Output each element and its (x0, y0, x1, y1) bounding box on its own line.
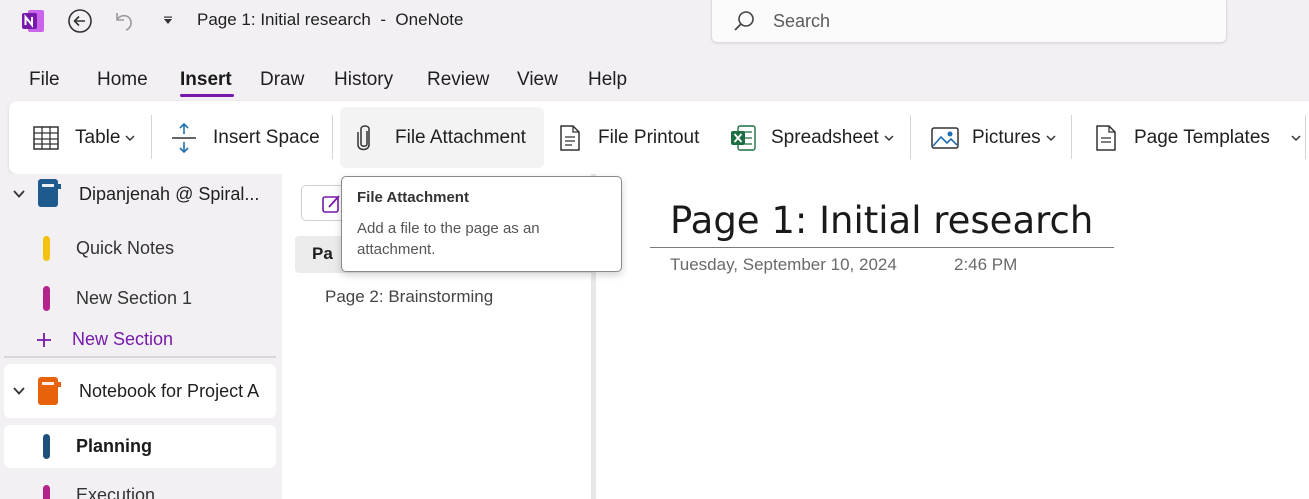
title-underline (650, 247, 1114, 248)
section-item-planning[interactable]: Planning (4, 425, 276, 468)
new-section-button[interactable]: New Section (0, 320, 282, 360)
onenote-logo-icon (22, 10, 44, 32)
insert-space-label: Insert Space (213, 126, 320, 148)
menu-file[interactable]: File (29, 69, 60, 91)
picture-icon (931, 126, 959, 149)
file-printout-icon (560, 124, 580, 151)
section-item-new-section-1[interactable]: New Section 1 (0, 278, 282, 318)
file-printout-button[interactable]: File Printout (558, 107, 699, 168)
page-title[interactable]: Page 1: Initial research (670, 199, 1093, 242)
chevron-down-icon (884, 134, 894, 141)
file-attachment-tooltip: File Attachment Add a file to the page a… (341, 176, 622, 272)
search-box[interactable]: Search (711, 0, 1227, 43)
notebook-name: Notebook for Project A (79, 381, 260, 401)
section-item-execution[interactable]: Execution (0, 480, 282, 499)
section-color-tab (43, 434, 50, 459)
page-item-selected-label: Pa (312, 244, 333, 263)
file-attachment-button[interactable]: File Attachment (340, 107, 544, 168)
chevron-down-icon (125, 134, 135, 141)
quick-access-dropdown[interactable] (154, 7, 182, 35)
active-tab-indicator (180, 94, 234, 97)
page-canvas[interactable]: Page 1: Initial research Tuesday, Septem… (596, 174, 1309, 499)
ribbon-divider (151, 115, 152, 159)
tooltip-title: File Attachment (357, 189, 469, 206)
ribbon-divider (1305, 115, 1306, 159)
table-icon (33, 125, 59, 150)
excel-icon (731, 124, 756, 151)
menu-help[interactable]: Help (588, 69, 627, 91)
notebook-item-1[interactable]: Dipanjenah @ Spiral... (0, 174, 282, 214)
undo-icon (116, 13, 132, 31)
spreadsheet-label: Spreadsheet (771, 126, 879, 148)
page-item-brainstorming[interactable]: Page 2: Brainstorming (325, 287, 493, 307)
back-button[interactable] (66, 7, 94, 35)
section-label: New Section 1 (76, 288, 193, 308)
title-bar: Page 1: Initial research - OneNote Searc… (0, 0, 1309, 58)
back-arrow-icon (68, 9, 92, 33)
section-item-quick-notes[interactable]: Quick Notes (0, 228, 282, 268)
ribbon-divider (1071, 115, 1072, 159)
pictures-button[interactable]: Pictures (930, 107, 1057, 168)
pictures-label: Pictures (972, 126, 1041, 148)
tooltip-description: Add a file to the page as an attachment. (357, 220, 540, 258)
new-section-label: New Section (72, 329, 174, 349)
page-templates-button[interactable]: Page Templates (1094, 107, 1302, 168)
insert-space-icon (172, 122, 196, 153)
insert-space-button[interactable]: Insert Space (169, 107, 320, 168)
page-date: Tuesday, September 10, 2024 (670, 255, 897, 274)
section-label: Planning (76, 436, 152, 456)
table-label: Table (75, 126, 121, 148)
ribbon-divider (910, 115, 911, 159)
caret-down-icon (164, 16, 172, 24)
add-page-icon (322, 195, 340, 213)
page-time: 2:46 PM (954, 255, 1018, 274)
menu-draw[interactable]: Draw (260, 69, 304, 91)
ribbon-divider (332, 115, 333, 159)
notebook-icon (38, 377, 61, 405)
page-templates-label: Page Templates (1134, 126, 1270, 148)
file-attachment-label: File Attachment (395, 126, 526, 148)
notebook-icon (38, 179, 61, 207)
page-template-icon (1096, 124, 1116, 151)
search-placeholder: Search (773, 11, 831, 31)
menu-history[interactable]: History (334, 69, 393, 91)
notebook-nav-pane: Dipanjenah @ Spiral... Quick Notes New S… (0, 174, 282, 499)
table-button[interactable]: Table (31, 107, 136, 168)
notebook-item-2[interactable]: Notebook for Project A (4, 364, 276, 418)
undo-button[interactable] (110, 7, 138, 35)
section-color-tab (43, 286, 50, 311)
nav-divider (4, 356, 276, 358)
chevron-down-icon (13, 387, 25, 395)
menu-home[interactable]: Home (97, 69, 148, 91)
insert-ribbon: Table Insert Space File Attachment File … (9, 101, 1309, 174)
plus-icon (37, 333, 51, 347)
search-icon (734, 11, 754, 31)
chevron-down-icon (13, 190, 25, 198)
chevron-down-icon (1046, 134, 1056, 141)
paperclip-icon (357, 124, 370, 150)
menu-review[interactable]: Review (427, 69, 489, 91)
menu-view[interactable]: View (517, 69, 558, 91)
spreadsheet-button[interactable]: Spreadsheet (729, 107, 895, 168)
section-color-tab (43, 236, 50, 261)
file-printout-label: File Printout (598, 126, 700, 148)
window-title: Page 1: Initial research - OneNote (197, 10, 464, 29)
section-label: Execution (76, 485, 156, 499)
menu-bar: File Home Insert Draw History Review Vie… (0, 62, 1309, 98)
section-color-tab (43, 485, 50, 499)
menu-insert[interactable]: Insert (180, 69, 232, 91)
notebook-name: Dipanjenah @ Spiral... (79, 184, 260, 204)
section-label: Quick Notes (76, 238, 175, 258)
chevron-down-icon (1291, 134, 1301, 141)
